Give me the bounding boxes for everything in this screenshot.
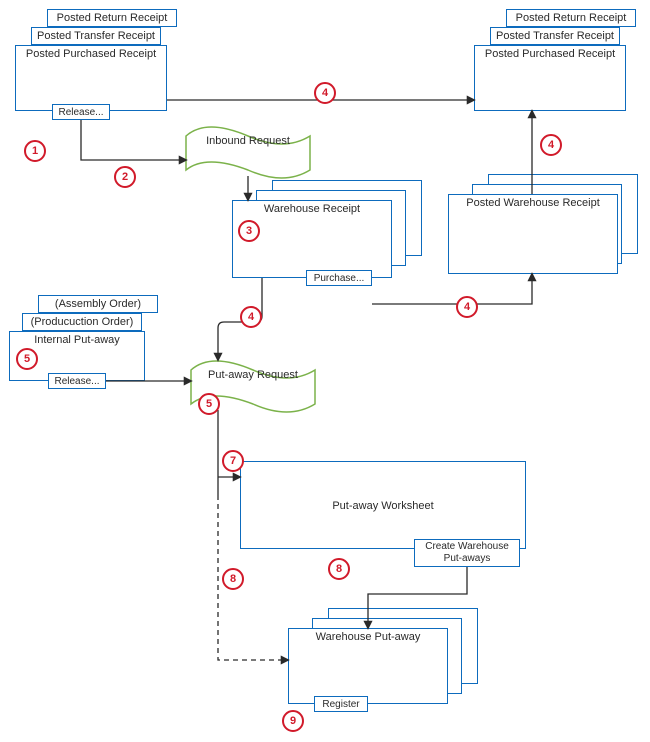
- step-1: 1: [24, 140, 46, 162]
- step-4c: 4: [240, 306, 262, 328]
- step-4b: 4: [540, 134, 562, 156]
- step-8b: 8: [222, 568, 244, 590]
- step-5a: 5: [16, 348, 38, 370]
- step-3: 3: [238, 220, 260, 242]
- step-9: 9: [282, 710, 304, 732]
- connectors: [0, 0, 650, 742]
- step-5b: 5: [198, 393, 220, 415]
- step-4d: 4: [456, 296, 478, 318]
- step-8a: 8: [328, 558, 350, 580]
- step-2: 2: [114, 166, 136, 188]
- step-7: 7: [222, 450, 244, 472]
- step-4a: 4: [314, 82, 336, 104]
